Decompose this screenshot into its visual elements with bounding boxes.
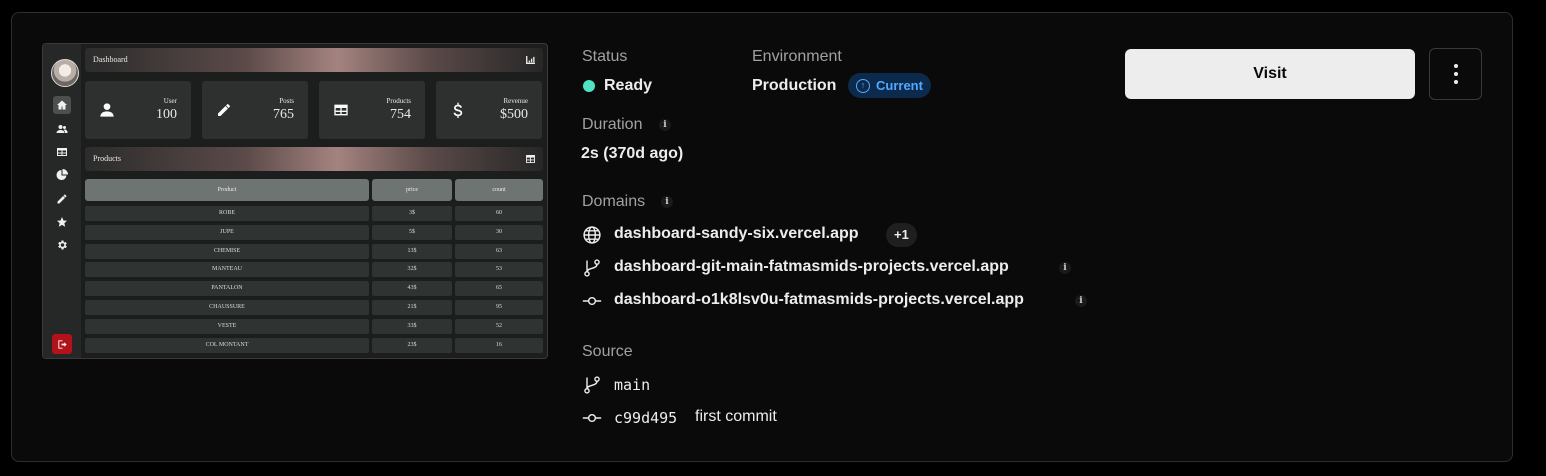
preview-table-cell: 53: [455, 262, 543, 278]
preview-logout-icon: [52, 334, 72, 354]
preview-table-cell: COL MONTANT: [85, 337, 369, 353]
preview-table-cell: JUPE: [85, 224, 369, 240]
preview-chart-icon: [526, 56, 535, 64]
git-branch-icon: [582, 258, 602, 278]
domain-link-branch[interactable]: dashboard-git-main-fatmasmids-projects.v…: [614, 258, 1009, 276]
preview-pencil-icon: [218, 104, 230, 116]
preview-pencil-icon: [53, 190, 71, 208]
preview-user-icon: [100, 103, 114, 117]
commit-message[interactable]: first commit: [695, 408, 777, 426]
preview-dashboard-header: Dashboard: [85, 48, 543, 72]
duration-value: 2s (370d ago): [581, 145, 684, 162]
stat-value: 765: [273, 107, 294, 122]
source-branch[interactable]: main: [614, 376, 650, 394]
stat-label: Posts: [279, 97, 294, 105]
more-options-button[interactable]: [1429, 48, 1482, 100]
current-badge: ↑ Current: [848, 73, 931, 98]
preview-stat-revenue: Revenue $500: [436, 81, 542, 139]
preview-sidebar: [43, 44, 81, 358]
domain-link-commit[interactable]: dashboard-o1k8lsv0u-fatmasmids-projects.…: [614, 291, 1024, 309]
duration-label: Duration: [582, 116, 643, 133]
preview-table-cell: 63: [455, 243, 543, 259]
preview-table-cell: ROBE: [85, 206, 369, 221]
preview-star-icon: [53, 213, 71, 231]
git-branch-icon: [582, 375, 602, 395]
preview-stat-products: Products 754: [319, 81, 425, 139]
status-value: Ready: [604, 77, 653, 94]
preview-table-icon: [526, 155, 535, 163]
commit-hash[interactable]: c99d495: [614, 409, 677, 427]
kebab-dot: [1453, 64, 1458, 68]
preview-home-icon: [53, 96, 71, 114]
stat-label: Revenue: [503, 97, 529, 105]
preview-table-cell: 23$: [372, 337, 452, 353]
arrow-up-circle-icon: ↑: [856, 78, 870, 93]
preview-table-cell: CHAUSSURE: [85, 300, 369, 315]
git-commit-icon: [582, 291, 602, 311]
preview-table-header: price: [372, 179, 452, 201]
preview-avatar: [51, 59, 79, 87]
preview-table-header: Product: [85, 179, 369, 201]
duration-info-icon[interactable]: i: [659, 119, 671, 131]
preview-table-icon: [53, 143, 71, 161]
preview-table-cell: 32$: [372, 262, 452, 278]
preview-table-cell: 21$: [372, 300, 452, 315]
preview-table-cell: 52: [455, 318, 543, 334]
branch-domain-info-icon[interactable]: i: [1059, 262, 1071, 274]
domain-link-primary[interactable]: dashboard-sandy-six.vercel.app: [614, 225, 859, 243]
preview-dollar-icon: [453, 102, 463, 118]
preview-products-header: Products: [85, 147, 543, 171]
preview-products-title: Products: [93, 154, 121, 163]
preview-table-cell: 65: [455, 281, 543, 297]
preview-table-cell: 33$: [372, 318, 452, 334]
environment-value: Production: [752, 77, 837, 94]
source-label: Source: [582, 343, 633, 360]
visit-button[interactable]: Visit: [1125, 49, 1415, 99]
deployment-card: Dashboard User 100 Posts 765 Products 75…: [11, 12, 1513, 462]
preview-table-cell: 3$: [372, 206, 452, 221]
preview-table-cell: 95: [455, 300, 543, 315]
stat-value: $500: [500, 107, 528, 122]
preview-table-cell: PANTALON: [85, 281, 369, 297]
status-dot: [583, 80, 595, 92]
preview-stat-posts: Posts 765: [202, 81, 308, 139]
preview-table-header: count: [455, 179, 543, 201]
preview-table-cell: 60: [455, 206, 543, 221]
stat-value: 100: [156, 107, 177, 122]
stat-value: 754: [390, 107, 411, 122]
preview-chart-pie-icon: [53, 166, 71, 184]
preview-dashboard-title: Dashboard: [93, 55, 128, 64]
domains-label: Domains: [582, 193, 646, 210]
preview-table-cell: 30: [455, 224, 543, 240]
stat-label: User: [163, 97, 177, 105]
kebab-dot: [1453, 80, 1458, 84]
more-domains-badge[interactable]: +1: [886, 223, 917, 247]
stat-label: Products: [386, 97, 412, 105]
preview-table-icon: [334, 104, 348, 116]
preview-table-cell: 5$: [372, 224, 452, 240]
environment-label: Environment: [752, 48, 842, 65]
preview-users-icon: [53, 120, 71, 138]
git-commit-icon: [582, 408, 602, 428]
preview-table-cell: 43$: [372, 281, 452, 297]
preview-table-cell: 13$: [372, 243, 452, 259]
preview-table-cell: 16: [455, 337, 543, 353]
preview-gear-icon: [53, 236, 71, 254]
preview-stat-user: User 100: [85, 81, 191, 139]
status-label: Status: [582, 48, 628, 65]
deployment-preview[interactable]: Dashboard User 100 Posts 765 Products 75…: [42, 43, 548, 359]
kebab-dot: [1453, 72, 1458, 76]
commit-domain-info-icon[interactable]: i: [1075, 295, 1087, 307]
preview-table-cell: MANTEAU: [85, 262, 369, 278]
current-badge-label: Current: [876, 78, 923, 93]
domains-info-icon[interactable]: i: [661, 196, 673, 208]
preview-table-cell: VESTE: [85, 318, 369, 334]
preview-table-cell: CHEMISE: [85, 243, 369, 259]
globe-icon: [582, 225, 602, 245]
